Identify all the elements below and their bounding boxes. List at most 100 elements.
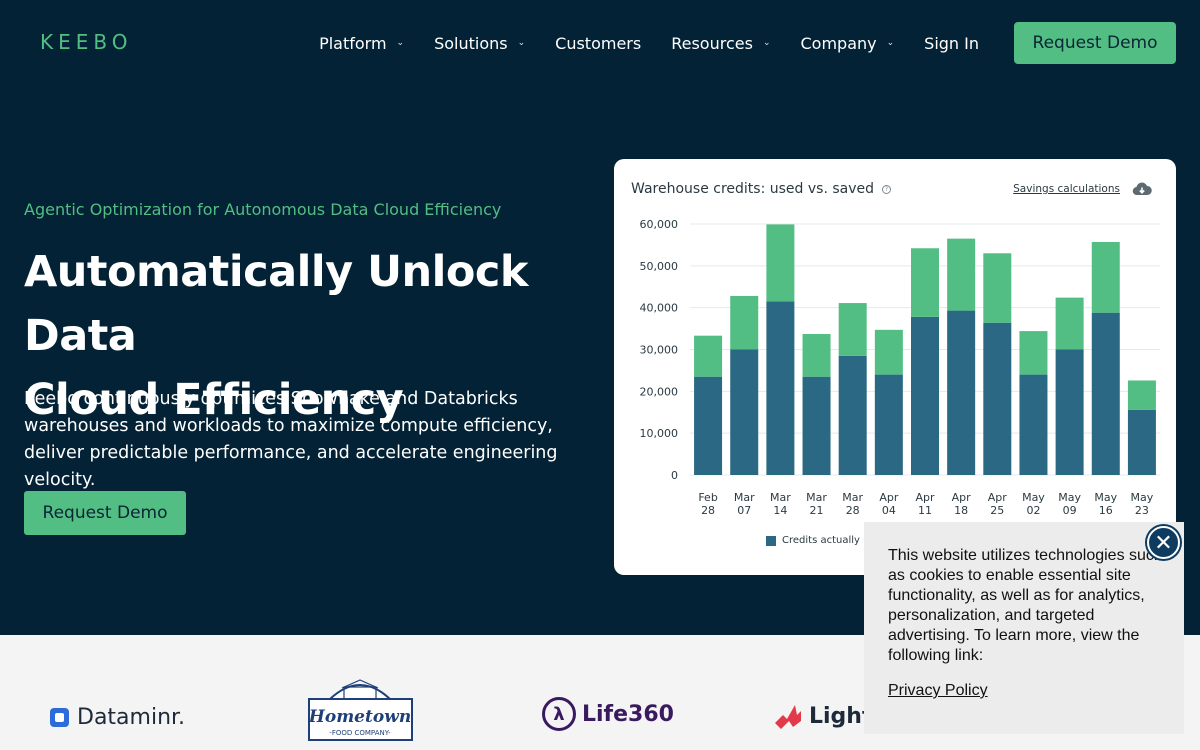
- bar-used: [1019, 374, 1048, 475]
- savings-calculations-link[interactable]: Savings calculations: [1013, 183, 1120, 195]
- x-tick-label: May: [1094, 491, 1117, 504]
- nav-company[interactable]: Company ⌄: [800, 34, 894, 53]
- x-tick-label: 04: [882, 504, 896, 517]
- x-tick-label: 28: [701, 504, 715, 517]
- bar-saved: [983, 253, 1012, 323]
- dataminr-logo: Dataminr.: [50, 705, 185, 730]
- legend-label-used: Credits actually us: [782, 535, 875, 546]
- chart-legend: Credits actually us: [766, 535, 875, 546]
- keebo-logo[interactable]: KEEBO: [40, 30, 160, 54]
- y-tick-label: 40,000: [640, 302, 679, 315]
- x-tick-label: Apr: [988, 491, 1008, 504]
- x-tick-label: 16: [1099, 504, 1113, 517]
- x-tick-label: 23: [1135, 504, 1149, 517]
- nav-company-label: Company: [800, 33, 877, 53]
- x-tick-label: Apr: [952, 491, 972, 504]
- bar-used: [947, 310, 976, 475]
- x-tick-label: 21: [810, 504, 824, 517]
- chart-title: Warehouse credits: used vs. saved ?: [631, 181, 891, 197]
- chevron-down-icon: ⌄: [762, 38, 771, 48]
- nav-platform[interactable]: Platform ⌄: [319, 34, 404, 53]
- bar-saved: [1127, 380, 1156, 410]
- nav-resources[interactable]: Resources ⌄: [671, 34, 770, 53]
- x-tick-label: 09: [1063, 504, 1077, 517]
- bar-used: [983, 322, 1012, 475]
- privacy-policy-link[interactable]: Privacy Policy: [888, 682, 988, 700]
- dataminr-mark-icon: [50, 708, 69, 727]
- x-tick-label: Apr: [915, 491, 935, 504]
- chevron-down-icon: ⌄: [517, 38, 526, 48]
- bar-saved: [947, 238, 976, 311]
- bar-saved: [874, 329, 903, 375]
- chart-card: 60,000 50,000 40,000 30,000 20,000 10,000 0 Feb…: [614, 159, 1176, 575]
- cookie-banner-text: This website utilizes technologies such …: [888, 547, 1163, 664]
- hometown-logo-text: Hometown: [308, 707, 411, 727]
- x-tick-label: Apr: [879, 491, 899, 504]
- main-nav: Platform ⌄ Solutions ⌄ Customers Resources…: [319, 22, 1176, 64]
- x-tick-label: Feb: [698, 491, 717, 504]
- hero-subcopy: Keebo continuously optimizes Snowflake a…: [24, 389, 558, 490]
- keebo-logo-text: KEEBO: [40, 30, 133, 54]
- life360-logo-text: Life360: [582, 701, 674, 727]
- nav-customers-label: Customers: [555, 33, 642, 53]
- bar-saved: [911, 248, 939, 317]
- x-tick-label: 28: [846, 504, 860, 517]
- y-tick-label: 60,000: [640, 218, 679, 231]
- bar-used: [838, 355, 867, 475]
- bar-used: [1091, 312, 1120, 475]
- hometown-food-logo: Hometown -FOOD COMPANY-: [308, 679, 413, 741]
- hero-request-demo-button[interactable]: Request Demo: [24, 491, 186, 535]
- bar-saved: [838, 303, 867, 356]
- cookie-banner: This website utilizes technologies such …: [864, 522, 1184, 734]
- y-tick-label: 10,000: [640, 427, 679, 440]
- legend-swatch-used: [766, 535, 776, 546]
- headline-line-1: Automatically Unlock Data: [24, 247, 528, 361]
- nav-solutions-label: Solutions: [434, 33, 508, 53]
- x-tick-label: 18: [954, 504, 968, 517]
- hometown-logo-subtext: -FOOD COMPANY-: [329, 729, 391, 737]
- nav-solutions[interactable]: Solutions ⌄: [434, 34, 525, 53]
- bar-saved: [1019, 331, 1048, 375]
- bar-saved: [802, 334, 831, 377]
- dataminr-logo-text: Dataminr.: [77, 705, 186, 730]
- x-tick-label: 02: [1026, 504, 1040, 517]
- x-tick-label: 25: [990, 504, 1004, 517]
- y-tick-label: 20,000: [640, 385, 679, 398]
- y-tick-label: 0: [671, 469, 678, 482]
- header-request-demo-button[interactable]: Request Demo: [1014, 22, 1176, 64]
- life360-mark-icon: λ: [542, 697, 576, 731]
- cloud-download-icon[interactable]: [1132, 181, 1152, 197]
- bar-saved: [766, 224, 795, 302]
- x-tick-label: May: [1131, 491, 1154, 504]
- lighte-mark-icon: [775, 705, 801, 729]
- chevron-down-icon: ⌄: [396, 38, 405, 48]
- x-tick-label: Mar: [806, 491, 827, 504]
- hero-eyebrow: Agentic Optimization for Autonomous Data…: [24, 200, 502, 219]
- x-tick-label: May: [1058, 491, 1081, 504]
- x-tick-label: Mar: [734, 491, 755, 504]
- bar-used: [911, 316, 939, 475]
- bar-used: [766, 301, 795, 475]
- bar-saved: [730, 295, 759, 350]
- nav-resources-label: Resources: [671, 33, 753, 53]
- bar-saved: [694, 335, 723, 377]
- x-tick-label: 07: [737, 504, 751, 517]
- sign-in-link[interactable]: Sign In: [924, 34, 979, 53]
- credits-bar-chart: 60,000 50,000 40,000 30,000 20,000 10,000 0 Feb…: [640, 218, 1160, 517]
- bar-used: [1055, 349, 1084, 475]
- life360-logo: λ Life360: [542, 697, 674, 731]
- bar-saved: [1091, 241, 1120, 313]
- bar-used: [874, 374, 903, 475]
- bar-used: [730, 349, 759, 475]
- x-tick-label: May: [1022, 491, 1045, 504]
- bar-saved: [1055, 297, 1084, 350]
- info-icon[interactable]: ?: [882, 184, 891, 194]
- nav-customers[interactable]: Customers: [555, 34, 641, 53]
- x-tick-label: Mar: [842, 491, 863, 504]
- y-tick-label: 50,000: [640, 260, 679, 273]
- chevron-down-icon: ⌄: [886, 38, 895, 48]
- nav-platform-label: Platform: [319, 33, 387, 53]
- x-tick-label: Mar: [770, 491, 791, 504]
- close-icon[interactable]: ✕: [1147, 526, 1180, 559]
- x-tick-label: 11: [918, 504, 932, 517]
